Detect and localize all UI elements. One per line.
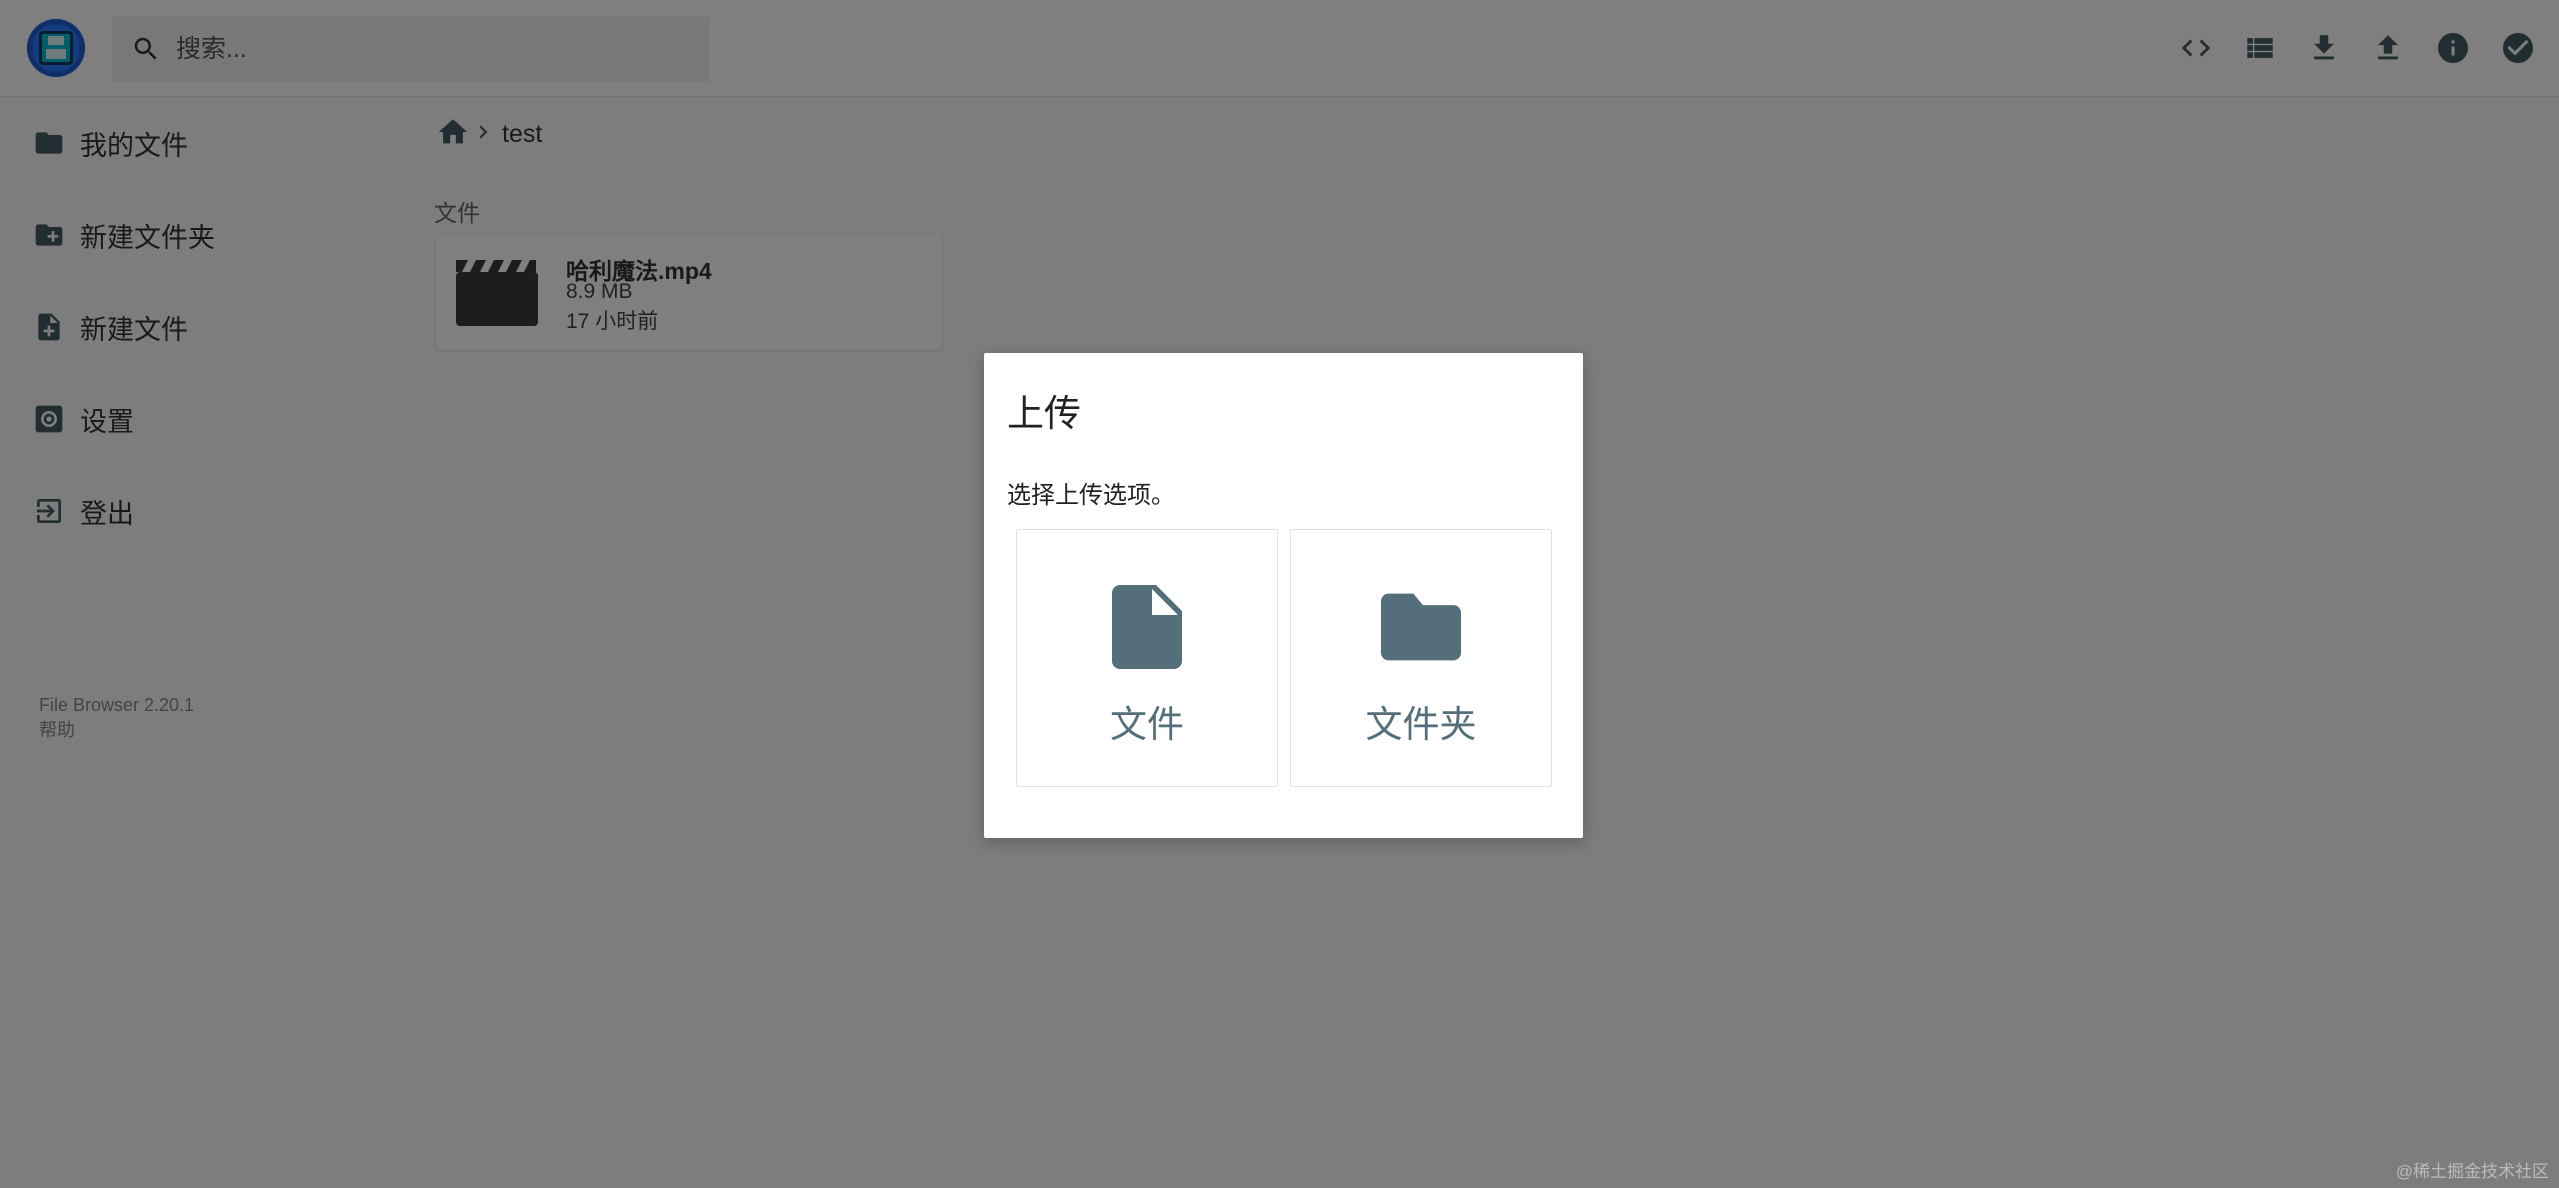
file-icon xyxy=(1107,584,1187,670)
folder-icon xyxy=(1381,584,1461,670)
upload-dialog: 上传 选择上传选项。 文件 文件夹 xyxy=(984,353,1583,838)
option-label: 文件 xyxy=(1110,704,1184,745)
upload-file-button[interactable]: 文件 xyxy=(1016,529,1278,787)
upload-folder-button[interactable]: 文件夹 xyxy=(1290,529,1552,787)
watermark: @稀土掘金技术社区 xyxy=(2395,1162,2549,1181)
dialog-title: 上传 xyxy=(1007,393,1081,434)
option-label: 文件夹 xyxy=(1365,704,1477,745)
app-root: 我的文件 新建文件夹 新建文件 设置 登出 File B xyxy=(0,0,2559,1188)
dialog-description: 选择上传选项。 xyxy=(1007,482,1175,509)
